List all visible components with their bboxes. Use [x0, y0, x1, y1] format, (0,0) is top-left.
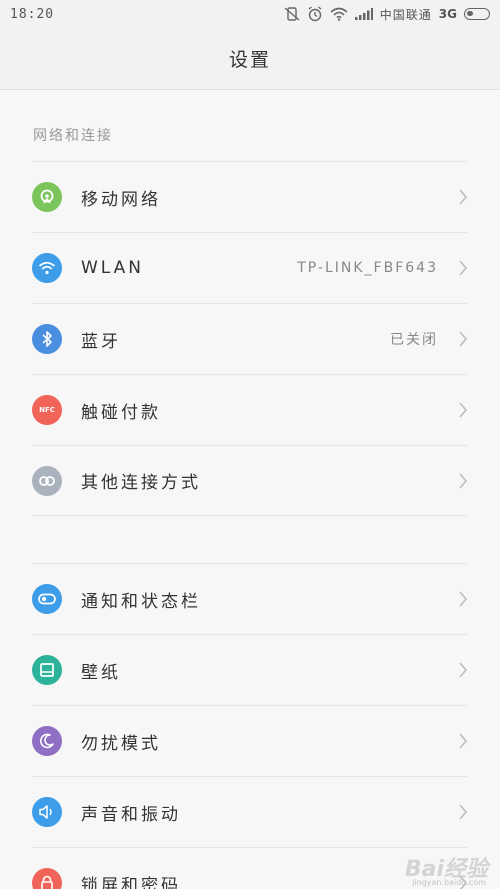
chevron-right-icon — [458, 804, 468, 824]
settings-item-do-not-disturb[interactable]: 勿扰模式 — [32, 705, 468, 776]
settings-item-label: 通知和状态栏 — [81, 591, 201, 612]
battery-icon — [464, 8, 490, 20]
wallpaper-icon — [32, 655, 62, 685]
alarm-icon — [307, 6, 323, 22]
wifi-icon — [32, 253, 62, 283]
link-icon — [32, 465, 62, 496]
settings-item-wallpaper[interactable]: 壁纸 — [32, 634, 468, 705]
settings-item-label: 其他连接方式 — [81, 473, 201, 493]
chevron-right-icon — [458, 331, 468, 351]
chevron-right-icon — [458, 591, 468, 611]
lock-icon — [32, 868, 62, 889]
settings-item-label: 壁纸 — [81, 662, 121, 683]
carrier-name: 中国联通 — [379, 7, 432, 22]
bluetooth-icon — [32, 324, 62, 354]
wifi-status-icon — [330, 7, 348, 21]
status-time: 18:20 — [10, 6, 55, 22]
nfc-icon-text: NFC — [39, 406, 55, 414]
mobile-network-icon — [32, 182, 62, 212]
settings-item-label: 触碰付款 — [81, 402, 161, 423]
settings-item-other-connections[interactable]: 其他连接方式 — [32, 445, 468, 516]
settings-item-value: 已关闭 — [390, 332, 438, 348]
speaker-icon — [32, 797, 62, 827]
moon-icon — [32, 726, 62, 756]
chevron-right-icon — [458, 402, 468, 422]
network-settings-list: 移动网络 WLAN TP-LINK_FBF643 蓝牙 已关闭 NFC 触碰付款… — [32, 161, 468, 516]
settings-item-label: 移动网络 — [81, 189, 161, 210]
settings-item-notifications[interactable]: 通知和状态栏 — [32, 563, 468, 634]
settings-item-sound-vibration[interactable]: 声音和振动 — [32, 776, 468, 847]
header: 设置 — [0, 28, 500, 90]
chevron-right-icon — [458, 733, 468, 753]
status-bar: 18:20 中国联通 3G — [0, 0, 500, 28]
status-icons: 中国联通 3G — [284, 6, 490, 23]
settings-item-label: 锁屏和密码 — [81, 875, 181, 889]
chevron-right-icon — [458, 260, 468, 280]
watermark-url: jingyan.baidu.com — [412, 878, 486, 887]
network-type: 3G — [438, 7, 457, 21]
vibrate-off-icon — [284, 7, 300, 21]
settings-item-bluetooth[interactable]: 蓝牙 已关闭 — [32, 303, 468, 374]
settings-item-tap-to-pay[interactable]: NFC 触碰付款 — [32, 374, 468, 445]
settings-item-lock-screen[interactable]: 锁屏和密码 — [32, 847, 468, 889]
settings-item-value: TP-LINK_FBF643 — [297, 260, 438, 276]
settings-item-wlan[interactable]: WLAN TP-LINK_FBF643 — [32, 232, 468, 303]
chevron-right-icon — [458, 662, 468, 682]
display-settings-list: 通知和状态栏 壁纸 勿扰模式 声音和振动 锁屏和密码 — [32, 563, 468, 889]
settings-item-label: 声音和振动 — [81, 804, 181, 825]
settings-item-mobile-network[interactable]: 移动网络 — [32, 161, 468, 232]
settings-item-label: WLAN — [81, 258, 145, 278]
toggle-icon — [32, 584, 62, 614]
nfc-icon: NFC — [32, 395, 62, 425]
signal-icon — [354, 8, 373, 20]
chevron-right-icon — [458, 189, 468, 209]
page-title: 设置 — [228, 49, 271, 71]
settings-item-label: 蓝牙 — [81, 331, 121, 352]
section-title-network: 网络和连接 — [33, 128, 113, 144]
settings-item-label: 勿扰模式 — [81, 733, 161, 754]
chevron-right-icon — [458, 472, 468, 493]
